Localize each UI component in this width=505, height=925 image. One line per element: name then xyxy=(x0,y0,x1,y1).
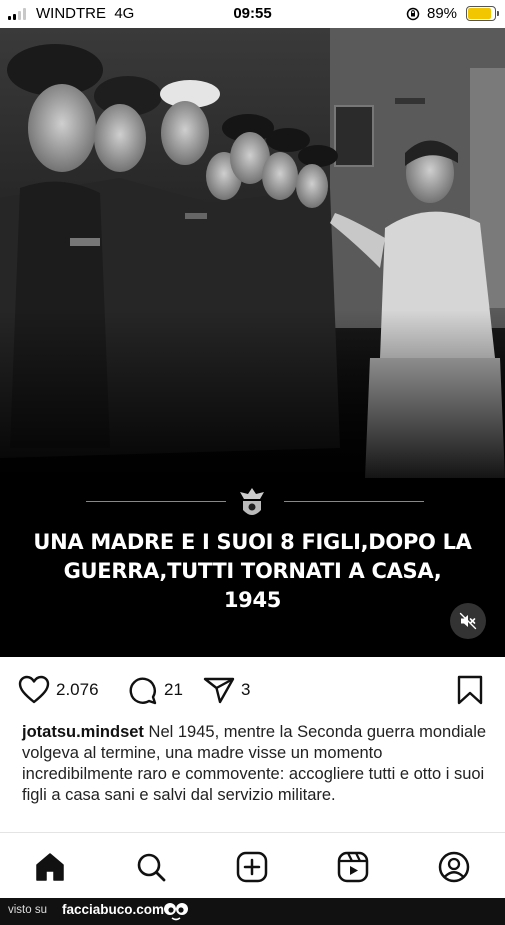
battery-icon xyxy=(466,6,499,21)
home-icon xyxy=(36,853,64,881)
nav-reels[interactable] xyxy=(337,851,369,883)
rotation-lock-icon xyxy=(406,7,420,21)
watermark-site: facciabuco.com xyxy=(62,902,165,917)
comment-button[interactable]: 21 xyxy=(128,675,183,705)
nav-home[interactable] xyxy=(34,851,66,883)
post-actions: 2.076 21 3 xyxy=(0,665,505,717)
mute-button[interactable] xyxy=(450,603,486,639)
search-icon xyxy=(137,853,166,882)
like-button[interactable]: 2.076 xyxy=(18,675,99,705)
reels-icon xyxy=(337,851,369,883)
nav-profile[interactable] xyxy=(438,851,470,883)
profile-icon xyxy=(438,851,470,883)
overlay-caption-line: 1945 xyxy=(223,588,282,612)
comment-count: 21 xyxy=(164,680,183,699)
heart-icon xyxy=(18,675,50,704)
bookmark-icon[interactable] xyxy=(456,675,484,705)
post-video[interactable]: UNA MADRE E I SUOI 8 FIGLI,DOPO LA GUERR… xyxy=(0,28,505,657)
status-bar: WINDTRE 4G 09:55 89% xyxy=(0,0,505,28)
facciabuco-logo-icon xyxy=(164,903,188,921)
caption-username[interactable]: jotatsu.mindset xyxy=(22,723,144,741)
overlay-caption: UNA MADRE E I SUOI 8 FIGLI,DOPO LA GUERR… xyxy=(20,528,485,615)
overlay-caption-line: GUERRA,TUTTI TORNATI A CASA, xyxy=(63,559,442,583)
bottom-navigation xyxy=(0,832,505,898)
battery-percentage: 89% xyxy=(427,5,458,22)
emblem-icon xyxy=(240,488,264,515)
send-icon xyxy=(203,677,235,704)
like-count: 2.076 xyxy=(56,680,99,699)
nav-create[interactable] xyxy=(236,851,268,883)
post-caption: jotatsu.mindset Nel 1945, mentre la Seco… xyxy=(22,722,492,806)
speaker-muted-icon xyxy=(459,612,477,630)
watermark-bar: visto su facciabuco.com xyxy=(0,898,505,925)
watermark-prefix: visto su xyxy=(8,904,47,916)
share-button[interactable]: 3 xyxy=(203,675,250,705)
comment-icon xyxy=(129,677,157,705)
post-photo xyxy=(0,28,505,498)
overlay-caption-line: UNA MADRE E I SUOI 8 FIGLI,DOPO LA xyxy=(33,530,472,554)
share-count: 3 xyxy=(241,680,251,699)
create-icon xyxy=(236,851,268,883)
nav-search[interactable] xyxy=(135,851,167,883)
